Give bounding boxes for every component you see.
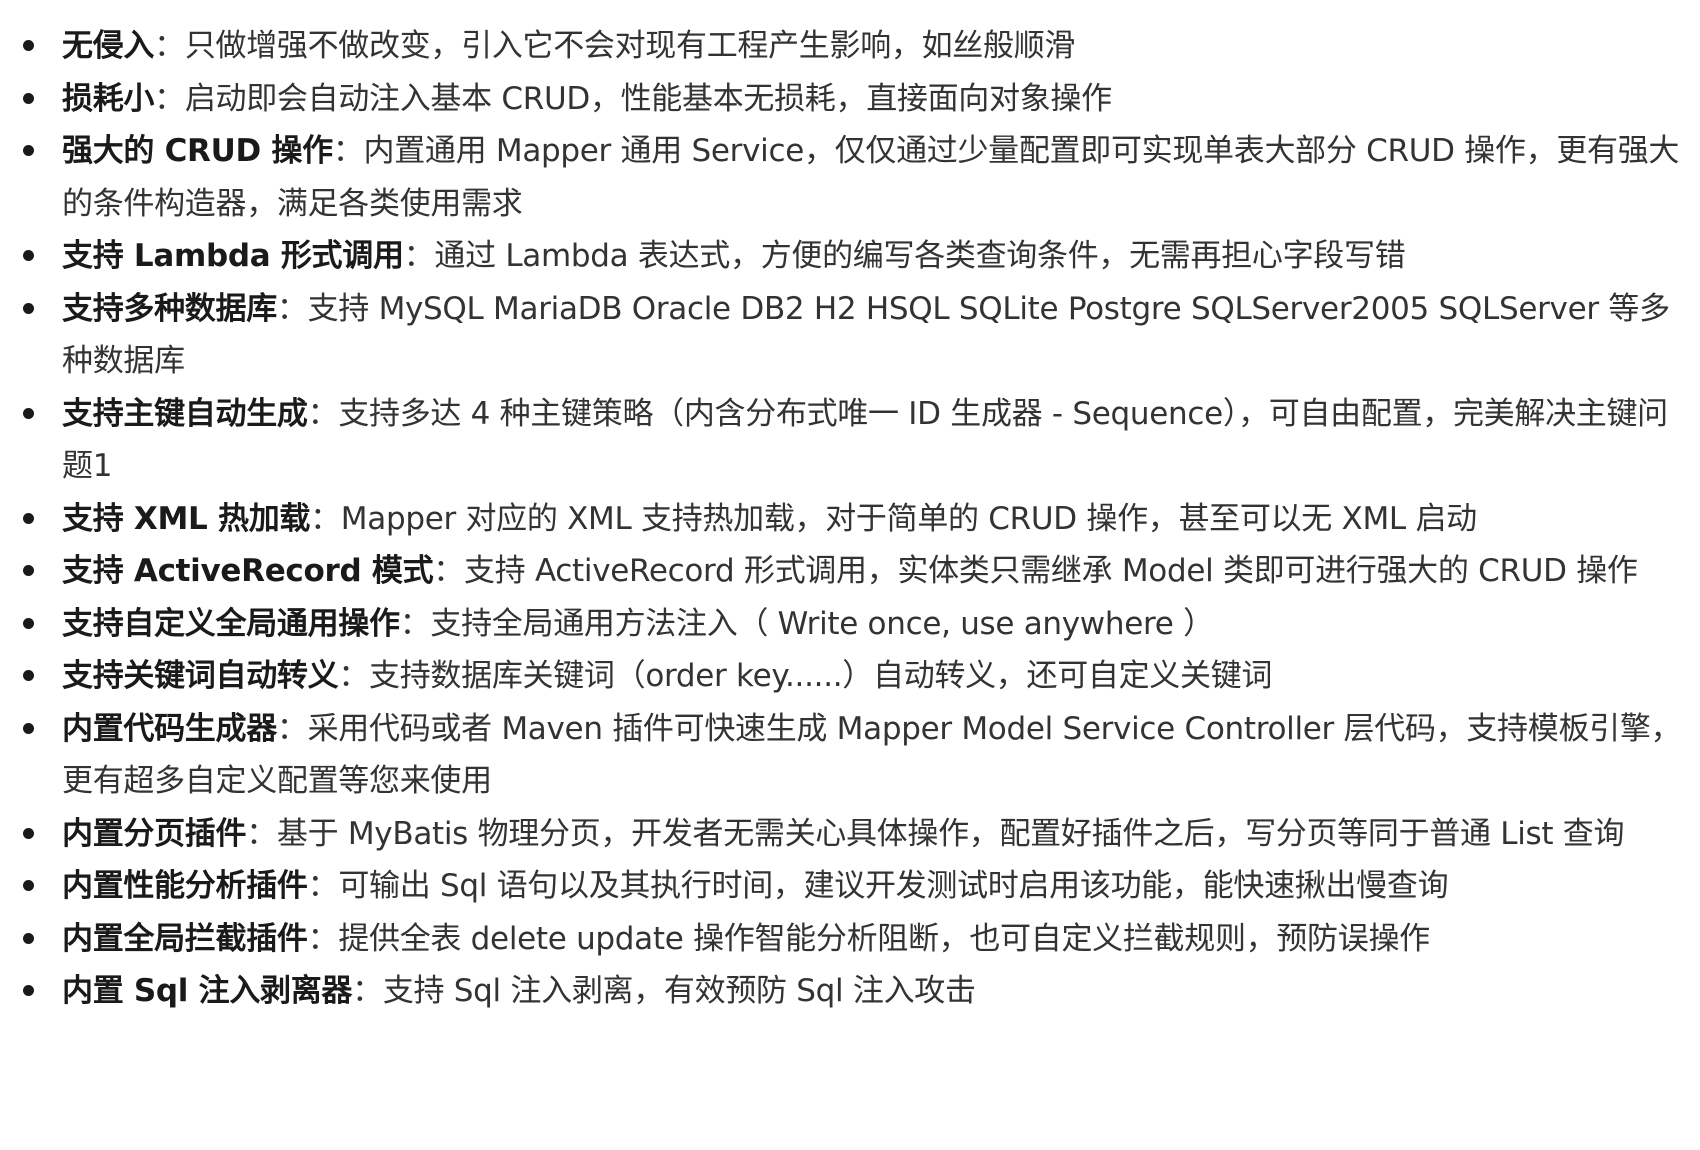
bullet-icon [23, 617, 34, 629]
feature-item: 支持 ActiveRecord 模式：支持 ActiveRecord 形式调用，… [0, 545, 1700, 598]
feature-list: 无侵入：只做增强不做改变，引入它不会对现有工程产生影响，如丝般顺滑 损耗小：启动即… [0, 20, 1700, 1018]
bullet-icon [23, 407, 34, 419]
bullet-icon [23, 565, 34, 576]
feature-title: 内置性能分析插件 [62, 868, 308, 904]
bullet-icon [23, 512, 34, 524]
bullet-icon [23, 722, 34, 734]
feature-separator: ： [433, 553, 464, 589]
feature-description: 启动即会自动注入基本 CRUD，性能基本无损耗，直接面向对象操作 [184, 80, 1112, 117]
feature-separator: ： [154, 80, 185, 117]
feature-description: 基于 MyBatis 物理分页，开发者无需关心具体操作，配置好插件之后，写分页等… [276, 815, 1625, 852]
feature-item: 支持主键自动生成：支持多达 4 种主键策略（内含分布式唯一 ID 生成器 - S… [0, 388, 1700, 493]
feature-item: 内置全局拦截插件：提供全表 delete update 操作智能分析阻断，也可自… [0, 913, 1700, 966]
feature-item: 内置性能分析插件：可输出 Sql 语句以及其执行时间，建议开发测试时启用该功能，… [0, 860, 1700, 913]
feature-item: 无侵入：只做增强不做改变，引入它不会对现有工程产生影响，如丝般顺滑 [0, 20, 1700, 73]
bullet-icon [23, 932, 34, 944]
feature-description: 可输出 Sql 语句以及其执行时间，建议开发测试时启用该功能，能快速揪出慢查询 [338, 868, 1449, 904]
feature-description: 通过 Lambda 表达式，方便的编写各类查询条件，无需再担心字段写错 [434, 238, 1406, 274]
feature-item: 内置分页插件：基于 MyBatis 物理分页，开发者无需关心具体操作，配置好插件… [0, 808, 1700, 861]
feature-description: 提供全表 delete update 操作智能分析阻断，也可自定义拦截规则，预防… [338, 920, 1430, 957]
bullet-icon [23, 302, 34, 314]
feature-separator: ： [338, 658, 370, 694]
feature-separator: ： [276, 710, 308, 747]
feature-separator: ： [246, 815, 277, 852]
feature-separator: ： [276, 290, 308, 327]
bullet-icon [23, 250, 34, 261]
feature-description: Mapper 对应的 XML 支持热加载，对于简单的 CRUD 操作，甚至可以无… [340, 500, 1477, 537]
feature-description: 支持数据库关键词（order key......）自动转义，还可自定义关键词 [369, 658, 1273, 694]
feature-title: 内置全局拦截插件 [62, 920, 308, 957]
feature-separator: ： [403, 238, 435, 274]
feature-item: 支持 Lambda 形式调用：通过 Lambda 表达式，方便的编写各类查询条件… [0, 230, 1700, 283]
feature-title: 支持 XML 热加载 [62, 500, 311, 537]
feature-title: 内置代码生成器 [62, 710, 277, 747]
feature-title: 强大的 CRUD 操作 [62, 133, 333, 169]
feature-item: 支持关键词自动转义：支持数据库关键词（order key......）自动转义，… [0, 650, 1700, 703]
feature-separator: ： [307, 868, 339, 904]
feature-separator: ： [332, 133, 364, 169]
feature-title: 支持多种数据库 [62, 290, 277, 327]
feature-separator: ： [307, 395, 339, 432]
feature-title: 无侵入 [62, 28, 155, 64]
feature-description: 支持 ActiveRecord 形式调用，实体类只需继承 Model 类即可进行… [463, 553, 1638, 589]
bullet-icon [23, 40, 34, 51]
feature-description: 支持 Sql 注入剥离，有效预防 Sql 注入攻击 [382, 973, 976, 1009]
feature-item: 支持 XML 热加载：Mapper 对应的 XML 支持热加载，对于简单的 CR… [0, 493, 1700, 546]
feature-title: 支持自定义全局通用操作 [62, 605, 400, 642]
feature-item: 内置 Sql 注入剥离器：支持 Sql 注入剥离，有效预防 Sql 注入攻击 [0, 965, 1700, 1018]
feature-separator: ： [310, 500, 341, 537]
feature-separator: ： [399, 605, 431, 642]
feature-item: 支持多种数据库：支持 MySQL MariaDB Oracle DB2 H2 H… [0, 283, 1700, 388]
feature-item: 强大的 CRUD 操作：内置通用 Mapper 通用 Service，仅仅通过少… [0, 125, 1700, 230]
feature-title: 支持关键词自动转义 [62, 658, 339, 694]
bullet-icon [23, 827, 34, 839]
bullet-icon [23, 145, 34, 156]
feature-title: 内置 Sql 注入剥离器 [62, 973, 353, 1009]
feature-item: 支持自定义全局通用操作：支持全局通用方法注入（ Write once, use … [0, 598, 1700, 651]
bullet-icon [23, 880, 34, 891]
feature-separator: ： [352, 973, 383, 1009]
feature-title: 支持主键自动生成 [62, 395, 308, 432]
feature-description: 支持全局通用方法注入（ Write once, use anywhere ） [430, 605, 1214, 642]
feature-item: 内置代码生成器：采用代码或者 Maven 插件可快速生成 Mapper Mode… [0, 703, 1700, 808]
feature-description: 只做增强不做改变，引入它不会对现有工程产生影响，如丝般顺滑 [184, 28, 1076, 64]
feature-item: 损耗小：启动即会自动注入基本 CRUD，性能基本无损耗，直接面向对象操作 [0, 73, 1700, 126]
bullet-icon [23, 985, 34, 996]
feature-title: 内置分页插件 [62, 815, 247, 852]
bullet-icon [23, 92, 34, 104]
feature-title: 损耗小 [62, 80, 155, 117]
feature-title: 支持 ActiveRecord 模式 [62, 553, 434, 589]
feature-separator: ： [154, 28, 185, 64]
feature-separator: ： [307, 920, 339, 957]
feature-title: 支持 Lambda 形式调用 [62, 238, 404, 274]
bullet-icon [23, 670, 34, 681]
